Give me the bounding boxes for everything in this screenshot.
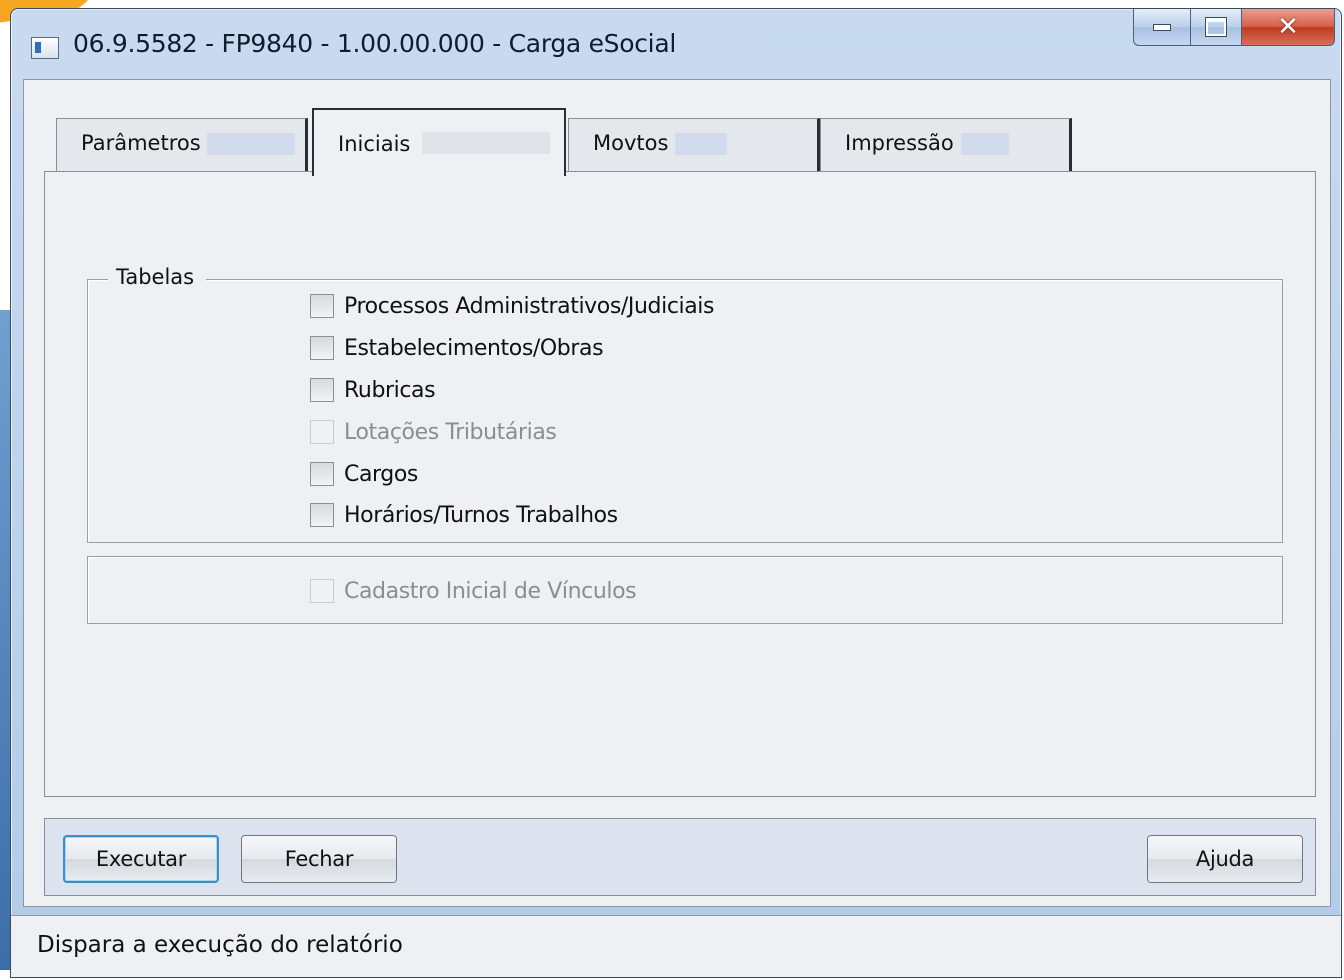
status-bar: Dispara a execução do relatório	[11, 915, 1341, 977]
tab-highlight	[207, 133, 295, 155]
checkbox-label: Processos Administrativos/Judiciais	[344, 293, 715, 319]
dialog-client-area: Parâmetros Movtos Impressão Iniciais Tab…	[23, 79, 1331, 907]
checkbox-lotacoes: Lotações Tributárias	[310, 417, 557, 447]
close-window-button[interactable]: ✕	[1242, 9, 1335, 46]
window-controls: ✕	[1133, 9, 1335, 47]
tabelas-group-title: Tabelas	[108, 266, 207, 288]
checkbox-square[interactable]	[310, 503, 334, 527]
checkbox-label: Horários/Turnos Trabalhos	[344, 502, 618, 528]
tab-highlight	[422, 132, 550, 154]
close-icon: ✕	[1277, 12, 1299, 42]
checkbox-label: Cargos	[344, 461, 418, 487]
tab-highlight	[675, 133, 727, 155]
checkbox-label: Estabelecimentos/Obras	[344, 335, 604, 361]
minimize-button[interactable]	[1133, 9, 1191, 46]
tab-parametros[interactable]: Parâmetros	[56, 118, 308, 172]
checkbox-square[interactable]	[310, 336, 334, 360]
tab-impressao[interactable]: Impressão	[820, 118, 1072, 172]
checkbox-square[interactable]	[310, 462, 334, 486]
checkbox-square	[310, 579, 334, 603]
checkbox-estabelecimentos[interactable]: Estabelecimentos/Obras	[310, 333, 604, 363]
checkbox-cadastro-vinculos: Cadastro Inicial de Vínculos	[310, 576, 637, 606]
minimize-icon	[1153, 23, 1171, 31]
tab-label: Movtos	[593, 131, 669, 155]
checkbox-rubricas[interactable]: Rubricas	[310, 375, 436, 405]
ajuda-button[interactable]: Ajuda	[1147, 835, 1303, 883]
tab-label: Parâmetros	[81, 131, 201, 155]
checkbox-label: Rubricas	[344, 377, 436, 403]
tab-movtos[interactable]: Movtos	[568, 118, 820, 172]
title-bar[interactable]: 06.9.5582 - FP9840 - 1.00.00.000 - Carga…	[11, 9, 1341, 79]
checkbox-square[interactable]	[310, 378, 334, 402]
checkbox-horarios[interactable]: Horários/Turnos Trabalhos	[310, 500, 618, 530]
window-title: 06.9.5582 - FP9840 - 1.00.00.000 - Carga…	[73, 29, 676, 58]
vinculos-group-box: Cadastro Inicial de Vínculos	[87, 556, 1283, 624]
tab-label: Impressão	[845, 131, 954, 155]
app-window-icon[interactable]	[31, 37, 59, 59]
maximize-button[interactable]	[1191, 9, 1242, 46]
tab-iniciais[interactable]: Iniciais	[312, 108, 566, 176]
tabelas-group-box: Tabelas Processos Administrativos/Judici…	[87, 266, 1283, 543]
maximize-icon	[1206, 18, 1226, 36]
dialog-window: 06.9.5582 - FP9840 - 1.00.00.000 - Carga…	[10, 8, 1342, 978]
button-bar: Executar Fechar Ajuda	[44, 818, 1316, 896]
tab-highlight	[961, 133, 1009, 155]
executar-button[interactable]: Executar	[63, 835, 219, 883]
status-text: Dispara a execução do relatório	[37, 932, 403, 958]
checkbox-label: Cadastro Inicial de Vínculos	[344, 578, 637, 604]
checkbox-processos[interactable]: Processos Administrativos/Judiciais	[310, 291, 714, 321]
tab-label: Iniciais	[338, 132, 411, 156]
fechar-button[interactable]: Fechar	[241, 835, 397, 883]
checkbox-square	[310, 420, 334, 444]
checkbox-label: Lotações Tributárias	[344, 419, 557, 445]
checkbox-cargos[interactable]: Cargos	[310, 459, 418, 489]
checkbox-square[interactable]	[310, 294, 334, 318]
tab-panel-iniciais: Tabelas Processos Administrativos/Judici…	[44, 171, 1316, 797]
